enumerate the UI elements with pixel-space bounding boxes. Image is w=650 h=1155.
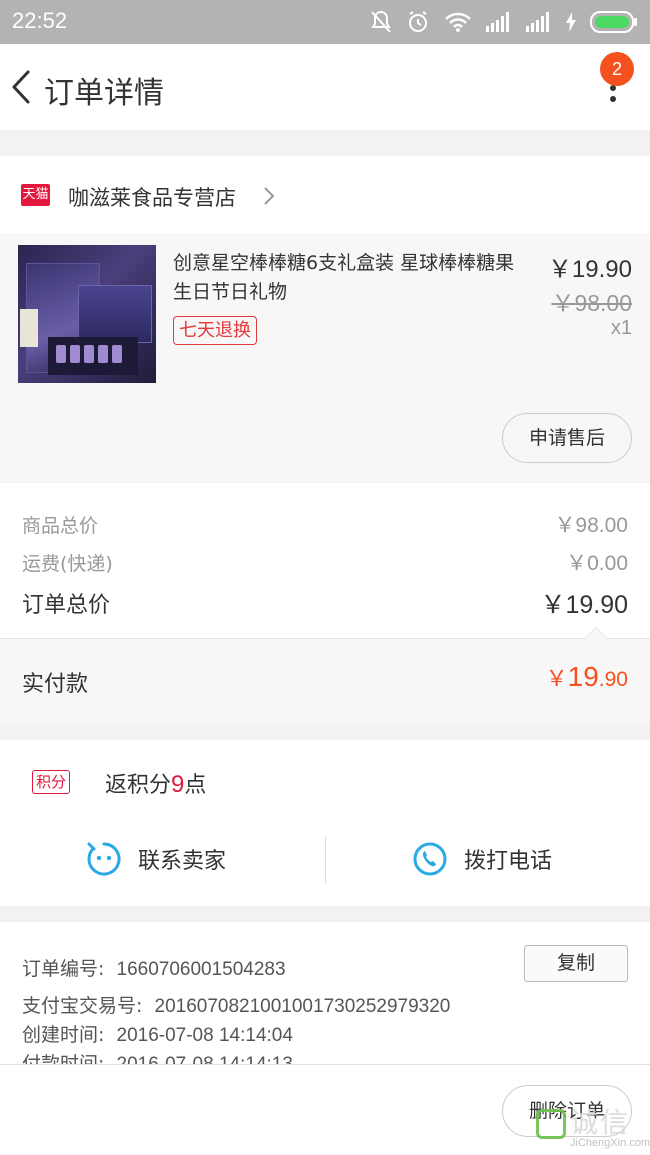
paid-time-value: 2016-07-08 14:14:13 bbox=[117, 1054, 293, 1064]
created-time: 创建时间: 2016-07-08 14:14:04 bbox=[22, 1024, 293, 1046]
wifi-icon bbox=[445, 12, 471, 32]
contact-seller-label: 联系卖家 bbox=[138, 849, 227, 874]
product-thumbnail[interactable] bbox=[18, 245, 156, 383]
amount-decimal: .90 bbox=[598, 668, 628, 691]
back-icon[interactable] bbox=[4, 64, 36, 110]
shop-name[interactable]: 咖滋莱食品专营店 bbox=[68, 182, 236, 212]
points-and-contact: 积分 返积分9点 联系卖家 拨打电话 bbox=[0, 740, 650, 906]
amount-paid: 实付款 ￥19.90 bbox=[0, 626, 650, 724]
call-button[interactable]: 拨打电话 bbox=[412, 824, 552, 894]
notification-badge: 2 bbox=[600, 52, 634, 86]
contact-actions: 联系卖家 拨打电话 bbox=[0, 824, 650, 894]
points-tag: 积分 bbox=[32, 770, 71, 794]
navigation-bar: 订单详情 2 bbox=[0, 44, 650, 130]
paid-time: 付款时间: 2016-07-08 14:14:13 bbox=[22, 1049, 293, 1064]
goods-total-row: 商品总价 ￥98.00 bbox=[22, 509, 628, 539]
status-bar: 22:52 bbox=[0, 0, 650, 44]
call-label: 拨打电话 bbox=[464, 849, 553, 874]
page-title: 订单详情 bbox=[44, 76, 164, 111]
alipay-trade-number: 支付宝交易号: 2016070821001001730252979320 bbox=[22, 995, 451, 1017]
currency-symbol: ￥ bbox=[545, 666, 568, 691]
original-price: ￥98.00 bbox=[551, 290, 632, 316]
status-icons bbox=[370, 8, 638, 36]
bottom-action-bar: 删除订单 诚信 JiChengXin.com bbox=[0, 1064, 650, 1155]
amount-paid-label: 实付款 bbox=[22, 672, 89, 697]
order-total-label: 订单总价 bbox=[22, 593, 111, 618]
shipping-label: 运费(快递) bbox=[22, 552, 113, 575]
shipping-row: 运费(快递) ￥0.00 bbox=[22, 547, 628, 577]
product-title[interactable]: 创意星空棒棒糖6支礼盒装 星球棒棒糖果生日节日礼物 bbox=[173, 249, 523, 307]
chat-face-icon bbox=[87, 842, 121, 876]
product-price: ￥19.90 bbox=[547, 256, 632, 283]
order-item[interactable]: 创意星空棒棒糖6支礼盒装 星球棒棒糖果生日节日礼物 七天退换 ￥19.90 ￥9… bbox=[0, 235, 650, 482]
tmall-logo: 天猫 bbox=[21, 184, 50, 206]
product-quantity: x1 bbox=[610, 317, 632, 339]
points-reward: 返积分9点 bbox=[105, 771, 207, 798]
alipay-trade-number-value: 2016070821001001730252979320 bbox=[154, 996, 451, 1017]
alarm-icon bbox=[409, 11, 427, 32]
status-time: 22:52 bbox=[12, 8, 68, 33]
charging-icon bbox=[566, 12, 576, 32]
chevron-right-icon bbox=[264, 187, 275, 205]
goods-total-value: ￥98.00 bbox=[554, 514, 628, 537]
watermark-logo bbox=[536, 1109, 566, 1139]
order-total-value: ￥19.90 bbox=[540, 591, 628, 619]
order-number-value: 1660706001504283 bbox=[116, 959, 286, 980]
order-total-row: 订单总价 ￥19.90 bbox=[22, 585, 628, 621]
after-sale-button[interactable]: 申请售后 bbox=[502, 413, 632, 463]
amount-integer: 19 bbox=[567, 661, 599, 692]
watermark: 诚信 JiChengXin.com bbox=[530, 1101, 650, 1153]
goods-total-label: 商品总价 bbox=[22, 514, 99, 537]
signal-icon bbox=[486, 12, 509, 32]
copy-button[interactable]: 复制 bbox=[524, 945, 628, 982]
shop-header[interactable]: 天猫 咖滋莱食品专营店 bbox=[0, 156, 650, 234]
battery-icon bbox=[590, 11, 637, 33]
order-info: 订单编号: 1660706001504283 复制 支付宝交易号: 201607… bbox=[0, 922, 650, 1064]
price-summary: 商品总价 ￥98.00 运费(快递) ￥0.00 订单总价 ￥19.90 bbox=[0, 483, 650, 638]
order-number: 订单编号: 1660706001504283 bbox=[22, 958, 286, 980]
watermark-subtext: JiChengXin.com bbox=[570, 1137, 650, 1149]
signal-icon bbox=[526, 12, 549, 32]
return-policy-tag: 七天退换 bbox=[173, 316, 257, 345]
phone-icon bbox=[413, 842, 447, 876]
amount-paid-value: ￥19.90 bbox=[546, 661, 628, 693]
shipping-value: ￥0.00 bbox=[566, 552, 628, 575]
created-time-value: 2016-07-08 14:14:04 bbox=[116, 1025, 293, 1046]
watermark-text: 诚信 bbox=[570, 1106, 631, 1139]
contact-seller-button[interactable]: 联系卖家 bbox=[86, 824, 226, 894]
bell-off-icon bbox=[371, 10, 391, 33]
points-value: 9 bbox=[171, 771, 185, 798]
